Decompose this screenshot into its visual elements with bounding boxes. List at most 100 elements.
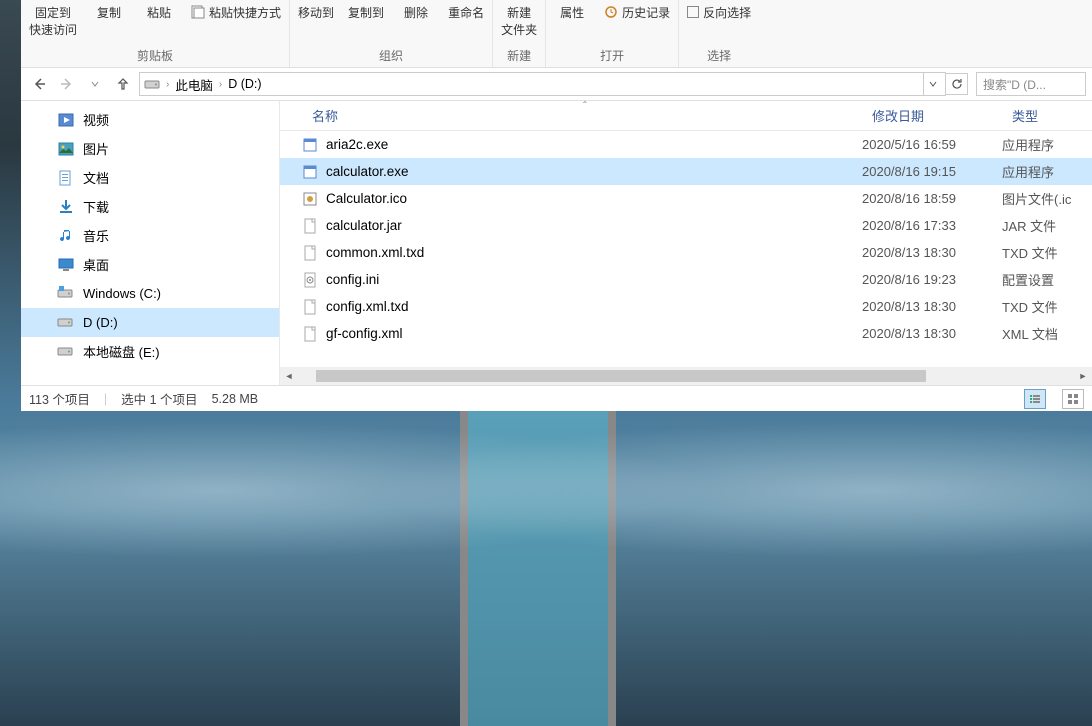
file-date: 2020/8/16 18:59: [862, 191, 1002, 206]
paste-shortcut-button[interactable]: 粘贴快捷方式: [191, 4, 281, 20]
file-name: aria2c.exe: [326, 137, 388, 152]
search-placeholder: 搜索"D (D...: [983, 76, 1046, 93]
selection-size: 5.28 MB: [212, 392, 259, 406]
navigation-bar: › 此电脑 › D (D:) 搜索"D (D...: [21, 68, 1092, 101]
copy-to-button[interactable]: 复制到: [348, 4, 384, 21]
music-icon: [57, 227, 75, 245]
table-row[interactable]: common.xml.txd2020/8/13 18:30TXD 文件: [280, 239, 1092, 266]
thumbnails-view-button[interactable]: [1062, 389, 1084, 409]
ribbon-group-organize: 移动到 复制到 删除 重命名 组织: [290, 0, 493, 67]
file-list-pane: 名称 ⌃ 修改日期 类型 aria2c.exe 2020/5/16 16:59应用…: [280, 101, 1092, 385]
sidebar-item-music[interactable]: 音乐: [21, 221, 279, 250]
table-row[interactable]: calculator.jar2020/8/16 17:33JAR 文件: [280, 212, 1092, 239]
sidebar-item-label: Windows (C:): [83, 286, 161, 301]
file-name: calculator.jar: [326, 218, 402, 233]
scrollbar-thumb[interactable]: [316, 370, 926, 382]
search-input[interactable]: 搜索"D (D...: [976, 72, 1086, 96]
ribbon-group-label: 剪贴板: [29, 49, 281, 67]
sidebar-item-label: 图片: [83, 139, 109, 158]
file-icon: [302, 245, 318, 261]
breadcrumb-part[interactable]: 此电脑: [175, 75, 213, 94]
new-folder-button[interactable]: 新建 文件夹: [501, 4, 537, 38]
file-name: config.xml.txd: [326, 299, 409, 314]
file-icon: [302, 191, 318, 207]
properties-button[interactable]: 属性: [554, 4, 590, 21]
file-icon: [302, 272, 318, 288]
table-row[interactable]: Calculator.ico2020/8/16 18:59图片文件(.ic: [280, 185, 1092, 212]
selection-count: 选中 1 个项目: [121, 389, 197, 408]
file-name: gf-config.xml: [326, 326, 403, 341]
scroll-right-icon[interactable]: ►: [1074, 371, 1092, 381]
sidebar-item-label: D (D:): [83, 315, 118, 330]
refresh-button[interactable]: [946, 73, 968, 95]
status-bar: 113 个项目 | 选中 1 个项目 5.28 MB: [21, 385, 1092, 411]
item-count: 113 个项目: [29, 389, 90, 408]
sort-indicator-icon: ⌃: [582, 100, 589, 109]
chevron-right-icon: ›: [166, 79, 169, 90]
file-type: TXD 文件: [1002, 297, 1092, 316]
sidebar-item-label: 视频: [83, 110, 109, 129]
file-date: 2020/8/16 19:15: [862, 164, 1002, 179]
sidebar-item-desktop[interactable]: 桌面: [21, 250, 279, 279]
drive-icon: [144, 76, 160, 92]
forward-button[interactable]: [55, 72, 79, 96]
column-date[interactable]: 修改日期: [862, 101, 1002, 130]
sidebar-item-documents[interactable]: 文档: [21, 163, 279, 192]
file-icon: [302, 164, 318, 180]
sidebar-item-drive-win[interactable]: Windows (C:): [21, 279, 279, 308]
ribbon-group-clipboard: 固定到 快速访问 复制 粘贴 粘贴快捷方式 剪贴板: [21, 0, 290, 67]
file-type: 配置设置: [1002, 270, 1092, 289]
column-name[interactable]: 名称 ⌃: [302, 101, 862, 130]
table-row[interactable]: gf-config.xml2020/8/13 18:30XML 文档: [280, 320, 1092, 347]
ribbon-group-select: 反向选择 选择: [679, 0, 759, 67]
table-row[interactable]: calculator.exe 2020/8/16 19:15应用程序: [280, 158, 1092, 185]
file-type: 应用程序: [1002, 162, 1092, 181]
horizontal-scrollbar[interactable]: ◄ ►: [280, 367, 1092, 385]
table-row[interactable]: config.ini2020/8/16 19:23配置设置: [280, 266, 1092, 293]
back-button[interactable]: [27, 72, 51, 96]
ribbon-group-new: 新建 文件夹 新建: [493, 0, 546, 67]
drive-icon: [57, 314, 75, 332]
file-icon: [302, 299, 318, 315]
address-bar[interactable]: › 此电脑 › D (D:): [139, 72, 946, 96]
up-button[interactable]: [111, 72, 135, 96]
file-icon: [302, 326, 318, 342]
delete-button[interactable]: 删除: [398, 4, 434, 21]
file-date: 2020/8/13 18:30: [862, 326, 1002, 341]
invert-selection-button[interactable]: 反向选择: [687, 4, 751, 20]
sidebar-item-label: 音乐: [83, 226, 109, 245]
ribbon-toolbar: 固定到 快速访问 复制 粘贴 粘贴快捷方式 剪贴板 移动到: [21, 0, 1092, 68]
ribbon-group-label: 选择: [687, 49, 751, 67]
history-icon: [604, 5, 618, 19]
move-to-button[interactable]: 移动到: [298, 4, 334, 21]
pin-to-quick-access-button[interactable]: 固定到 快速访问: [29, 4, 77, 38]
sidebar-item-label: 桌面: [83, 255, 109, 274]
recent-dropdown[interactable]: [83, 72, 107, 96]
column-headers: 名称 ⌃ 修改日期 类型: [280, 101, 1092, 131]
sidebar-item-video[interactable]: 视频: [21, 105, 279, 134]
table-row[interactable]: aria2c.exe2020/5/16 16:59应用程序: [280, 131, 1092, 158]
ribbon-group-label: 组织: [298, 49, 484, 67]
history-button[interactable]: 历史记录: [604, 4, 670, 20]
details-view-button[interactable]: [1024, 389, 1046, 409]
column-type[interactable]: 类型: [1002, 101, 1092, 130]
shortcut-icon: [191, 5, 205, 19]
table-row[interactable]: config.xml.txd2020/8/13 18:30TXD 文件: [280, 293, 1092, 320]
address-dropdown[interactable]: [923, 73, 941, 95]
sidebar-item-downloads[interactable]: 下载: [21, 192, 279, 221]
ribbon-group-label: 打开: [554, 49, 670, 67]
paste-button[interactable]: 粘贴: [141, 4, 177, 21]
sidebar-item-label: 本地磁盘 (E:): [83, 342, 160, 361]
file-name: calculator.exe: [326, 164, 409, 179]
rename-button[interactable]: 重命名: [448, 4, 484, 21]
file-name: common.xml.txd: [326, 245, 424, 260]
video-icon: [57, 111, 75, 129]
sidebar-item-pictures[interactable]: 图片: [21, 134, 279, 163]
scroll-left-icon[interactable]: ◄: [280, 371, 298, 381]
file-date: 2020/5/16 16:59: [862, 137, 1002, 152]
sidebar-item-drive[interactable]: D (D:): [21, 308, 279, 337]
breadcrumb-part[interactable]: D (D:): [228, 77, 261, 91]
copy-button[interactable]: 复制: [91, 4, 127, 21]
checkbox-icon: [687, 6, 699, 18]
sidebar-item-drive[interactable]: 本地磁盘 (E:): [21, 337, 279, 366]
